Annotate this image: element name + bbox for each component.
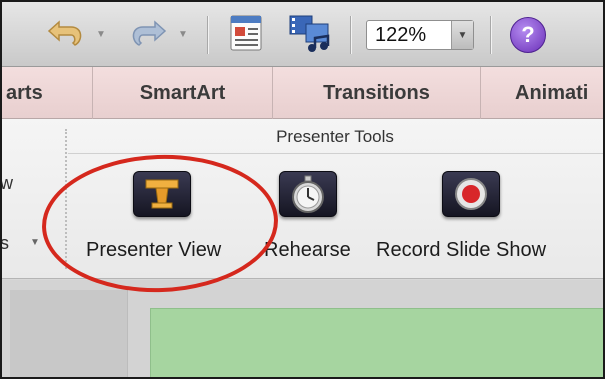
- help-icon[interactable]: ?: [510, 17, 546, 53]
- tab-transitions[interactable]: Transitions: [272, 67, 480, 119]
- help-glyph: ?: [521, 22, 535, 47]
- toolbar-separator: [207, 16, 208, 54]
- movie-audio-icon[interactable]: [288, 12, 334, 54]
- record-icon[interactable]: [442, 171, 500, 217]
- slide-editing-area: [2, 280, 603, 377]
- cut-off-left-label: w: [0, 173, 13, 193]
- undo-icon[interactable]: [44, 18, 90, 52]
- toolbar-separator: [350, 16, 351, 54]
- toolbar-separator: [490, 16, 491, 54]
- app-window: ▼ ▼ 122% ▼ ? arts SmartArt Transitions A…: [0, 0, 605, 379]
- cut-off-left-dropdown[interactable]: s: [2, 233, 9, 254]
- redo-icon[interactable]: [124, 18, 170, 52]
- chevron-down-icon[interactable]: ▼: [30, 237, 40, 248]
- stopwatch-icon[interactable]: [279, 171, 337, 217]
- zoom-value: 122%: [375, 23, 427, 46]
- zoom-select[interactable]: 122% ▼: [366, 20, 474, 50]
- undo-dropdown-caret-icon[interactable]: ▼: [94, 26, 108, 42]
- ribbon-tabs: arts SmartArt Transitions Animati: [2, 67, 603, 119]
- rehearse-button[interactable]: Rehearse: [264, 239, 351, 262]
- media-browser-icon[interactable]: [228, 14, 264, 52]
- slide-canvas[interactable]: [150, 308, 603, 377]
- tab-charts[interactable]: arts: [2, 67, 86, 119]
- presenter-tools-group-title: Presenter Tools: [276, 127, 394, 146]
- zoom-dropdown-arrow-icon[interactable]: ▼: [451, 21, 473, 49]
- record-slide-show-button[interactable]: Record Slide Show: [376, 239, 546, 262]
- tab-animations[interactable]: Animati: [480, 67, 603, 119]
- slide-thumbnail-pane: [10, 290, 128, 377]
- standard-toolbar: ▼ ▼ 122% ▼ ?: [2, 2, 603, 67]
- tab-smartart[interactable]: SmartArt: [92, 67, 272, 119]
- redo-dropdown-caret-icon[interactable]: ▼: [176, 26, 190, 42]
- group-title-divider: [68, 153, 603, 154]
